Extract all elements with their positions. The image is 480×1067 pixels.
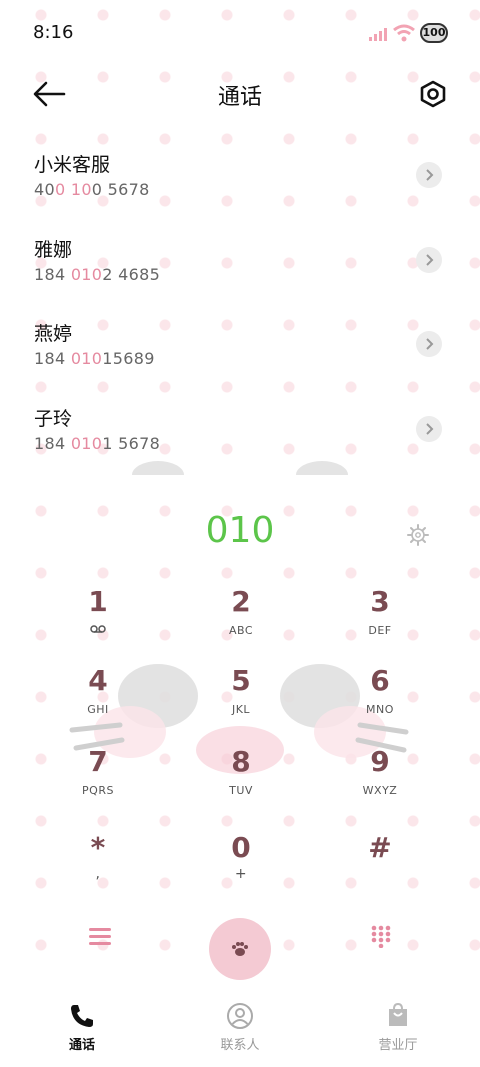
dial-display: 010 — [0, 510, 480, 560]
key-6[interactable]: 6 MNO — [330, 665, 430, 735]
settings-hexagon-icon[interactable] — [418, 79, 448, 109]
contact-number: 184 0102 4685 — [34, 265, 161, 284]
contact-name: 子玲 — [34, 408, 73, 430]
key-star[interactable]: * , — [48, 832, 148, 902]
contact-name: 雅娜 — [34, 239, 73, 261]
list-item[interactable]: 雅娜 184 0102 4685 — [0, 223, 480, 303]
chevron-right-icon — [426, 254, 434, 266]
list-item[interactable]: 子玲 184 0101 5678 — [0, 392, 480, 468]
details-chevron-button[interactable] — [416, 416, 442, 442]
contact-name: 小米客服 — [34, 154, 111, 176]
key-1[interactable]: 1 — [48, 586, 148, 656]
header: 通话 — [0, 66, 480, 122]
key-7[interactable]: 7 PQRS — [48, 746, 148, 816]
key-9[interactable]: 9 WXYZ — [330, 746, 430, 816]
tab-label: 营业厅 — [378, 1038, 418, 1053]
list-item[interactable]: 燕婷 184 01015689 — [0, 307, 480, 387]
voicemail-icon — [90, 625, 106, 633]
status-time: 8:16 — [33, 22, 74, 43]
list-item[interactable]: 小米客服 400 100 5678 — [0, 138, 480, 218]
key-4[interactable]: 4 GHI — [48, 665, 148, 735]
tab-label: 联系人 — [220, 1038, 260, 1053]
chevron-right-icon — [426, 423, 434, 435]
battery-indicator: 100 — [420, 23, 448, 43]
tab-calls[interactable]: 通话 — [2, 990, 162, 1067]
dialpad-settings-gear-icon[interactable] — [406, 523, 430, 547]
signal-icon — [369, 28, 387, 41]
dialpad-toggle-icon[interactable] — [369, 924, 393, 948]
tab-label: 通话 — [68, 1038, 95, 1053]
key-0[interactable]: 0 + — [191, 832, 291, 902]
call-button[interactable] — [209, 918, 271, 980]
key-8[interactable]: 8 TUV — [191, 746, 291, 816]
key-5[interactable]: 5 JKL — [191, 665, 291, 735]
menu-icon[interactable] — [88, 924, 112, 948]
chevron-right-icon — [426, 338, 434, 350]
details-chevron-button[interactable] — [416, 247, 442, 273]
details-chevron-button[interactable] — [416, 331, 442, 357]
contact-number: 400 100 5678 — [34, 180, 150, 199]
key-hash[interactable]: # — [330, 832, 430, 902]
shopping-bag-icon — [389, 1002, 407, 1026]
key-2[interactable]: 2 ABC — [191, 586, 291, 656]
contact-number: 184 01015689 — [34, 349, 155, 368]
tab-contacts[interactable]: 联系人 — [160, 990, 320, 1067]
call-log-list: 小米客服 400 100 5678 雅娜 184 0102 4685 燕婷 18… — [0, 138, 480, 468]
details-chevron-button[interactable] — [416, 162, 442, 188]
paw-icon — [232, 942, 248, 956]
tab-service-hall[interactable]: 营业厅 — [318, 990, 478, 1067]
contact-name: 燕婷 — [34, 323, 73, 345]
contact-number: 184 0101 5678 — [34, 434, 161, 453]
wifi-icon — [393, 24, 415, 42]
bottom-tab-bar: 通话 联系人 营业厅 — [0, 990, 480, 1067]
status-bar: 8:16 100 — [0, 0, 480, 64]
phone-icon — [71, 1005, 93, 1027]
key-3[interactable]: 3 DEF — [330, 586, 430, 656]
page-title: 通话 — [217, 85, 262, 110]
chevron-right-icon — [426, 169, 434, 181]
contact-person-icon — [227, 1003, 253, 1029]
